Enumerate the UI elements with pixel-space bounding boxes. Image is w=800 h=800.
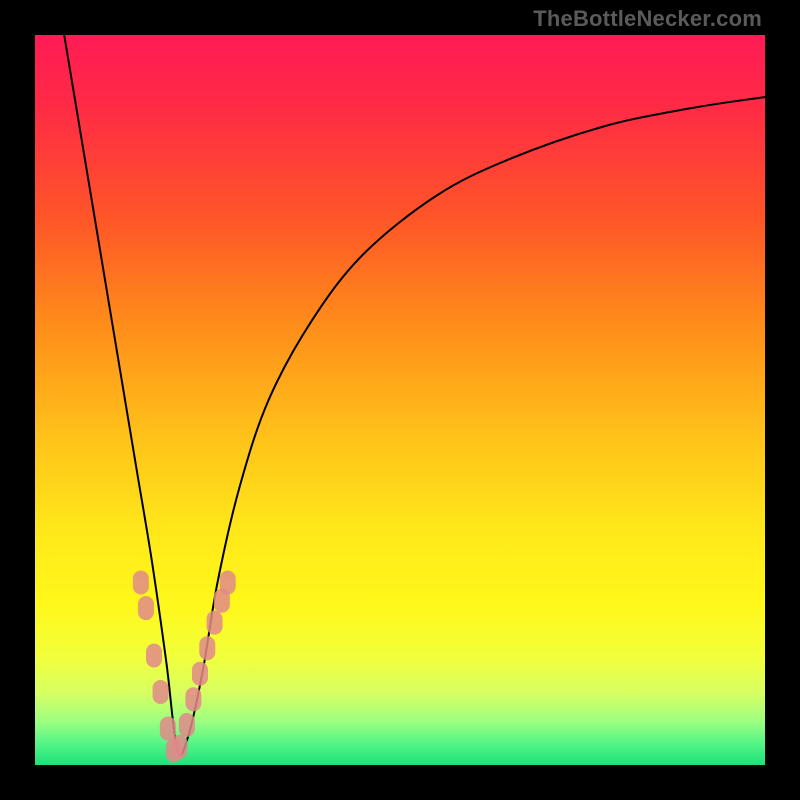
valley-marker (192, 662, 208, 686)
valley-marker (146, 644, 162, 668)
valley-marker (220, 571, 236, 595)
valley-marker (185, 687, 201, 711)
valley-marker (133, 571, 149, 595)
valley-marker (207, 611, 223, 635)
plot-area (35, 35, 765, 765)
chart-frame: TheBottleNecker.com (0, 0, 800, 800)
bottleneck-curve (35, 35, 765, 765)
valley-marker (153, 680, 169, 704)
valley-marker (179, 713, 195, 737)
valley-marker (160, 717, 176, 741)
valley-marker (172, 735, 188, 759)
watermark-text: TheBottleNecker.com (533, 6, 762, 32)
valley-marker (138, 596, 154, 620)
valley-marker (199, 636, 215, 660)
